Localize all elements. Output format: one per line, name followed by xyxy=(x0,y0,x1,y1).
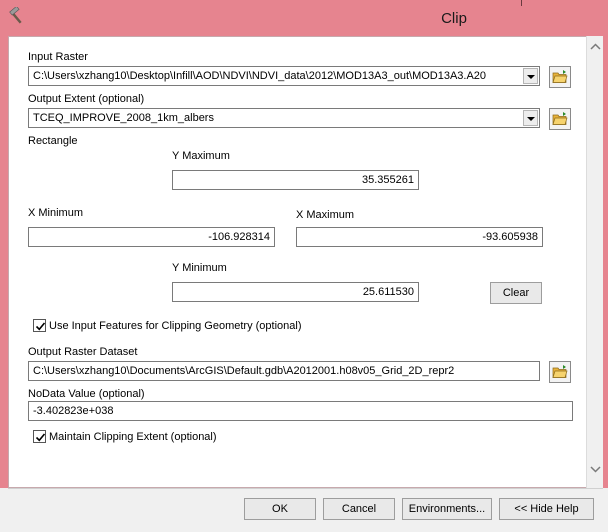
folder-open-icon xyxy=(552,365,568,378)
nodata-input[interactable]: -3.402823e+038 xyxy=(28,401,573,421)
x-maximum-label: X Maximum xyxy=(296,209,355,221)
footer-divider xyxy=(8,488,603,489)
folder-open-icon xyxy=(552,70,568,83)
browse-input-raster-button[interactable] xyxy=(549,66,571,88)
use-input-features-checkbox[interactable] xyxy=(33,319,46,332)
y-maximum-label: Y Maximum xyxy=(172,150,230,162)
use-input-features-label: Use Input Features for Clipping Geometry… xyxy=(49,320,302,332)
chevron-down-icon[interactable] xyxy=(523,110,538,126)
y-minimum-input[interactable]: 25.611530 xyxy=(172,282,419,302)
rectangle-label: Rectangle xyxy=(28,135,78,147)
x-minimum-label: X Minimum xyxy=(28,207,84,219)
maintain-extent-label: Maintain Clipping Extent (optional) xyxy=(49,431,217,443)
title-separator xyxy=(521,0,522,6)
browse-output-raster-button[interactable] xyxy=(549,361,571,383)
input-raster-combo[interactable]: C:\Users\xzhang10\Desktop\Infill\AOD\NDV… xyxy=(28,66,540,86)
scroll-down-icon[interactable] xyxy=(589,464,602,474)
browse-output-extent-button[interactable] xyxy=(549,108,571,130)
x-minimum-input[interactable]: -106.928314 xyxy=(28,227,275,247)
x-maximum-input[interactable]: -93.605938 xyxy=(296,227,543,247)
output-extent-value: TCEQ_IMPROVE_2008_1km_albers xyxy=(33,112,214,124)
window-title: Clip xyxy=(441,10,467,27)
input-raster-value: C:\Users\xzhang10\Desktop\Infill\AOD\NDV… xyxy=(33,70,487,82)
cancel-button[interactable]: Cancel xyxy=(323,498,395,520)
maintain-extent-checkbox[interactable] xyxy=(33,430,46,443)
chevron-down-icon[interactable] xyxy=(523,68,538,84)
y-minimum-label: Y Minimum xyxy=(172,262,227,274)
output-extent-label: Output Extent (optional) xyxy=(28,93,145,105)
ok-button[interactable]: OK xyxy=(244,498,316,520)
vertical-scrollbar[interactable] xyxy=(586,36,603,488)
input-raster-label: Input Raster xyxy=(28,51,88,63)
environments-button[interactable]: Environments... xyxy=(402,498,492,520)
nodata-label: NoData Value (optional) xyxy=(28,388,145,400)
folder-open-icon xyxy=(552,112,568,125)
title-bar[interactable]: Clip xyxy=(0,0,608,36)
hide-help-button[interactable]: << Hide Help xyxy=(499,498,594,520)
scroll-up-icon[interactable] xyxy=(589,42,602,52)
y-maximum-input[interactable]: 35.355261 xyxy=(172,170,419,190)
output-raster-label: Output Raster Dataset xyxy=(28,346,138,358)
clear-button[interactable]: Clear xyxy=(490,282,542,304)
output-extent-combo[interactable]: TCEQ_IMPROVE_2008_1km_albers xyxy=(28,108,540,128)
output-raster-input[interactable]: C:\Users\xzhang10\Documents\ArcGIS\Defau… xyxy=(28,361,540,381)
checkmark-icon xyxy=(35,433,46,442)
checkmark-icon xyxy=(35,322,46,331)
